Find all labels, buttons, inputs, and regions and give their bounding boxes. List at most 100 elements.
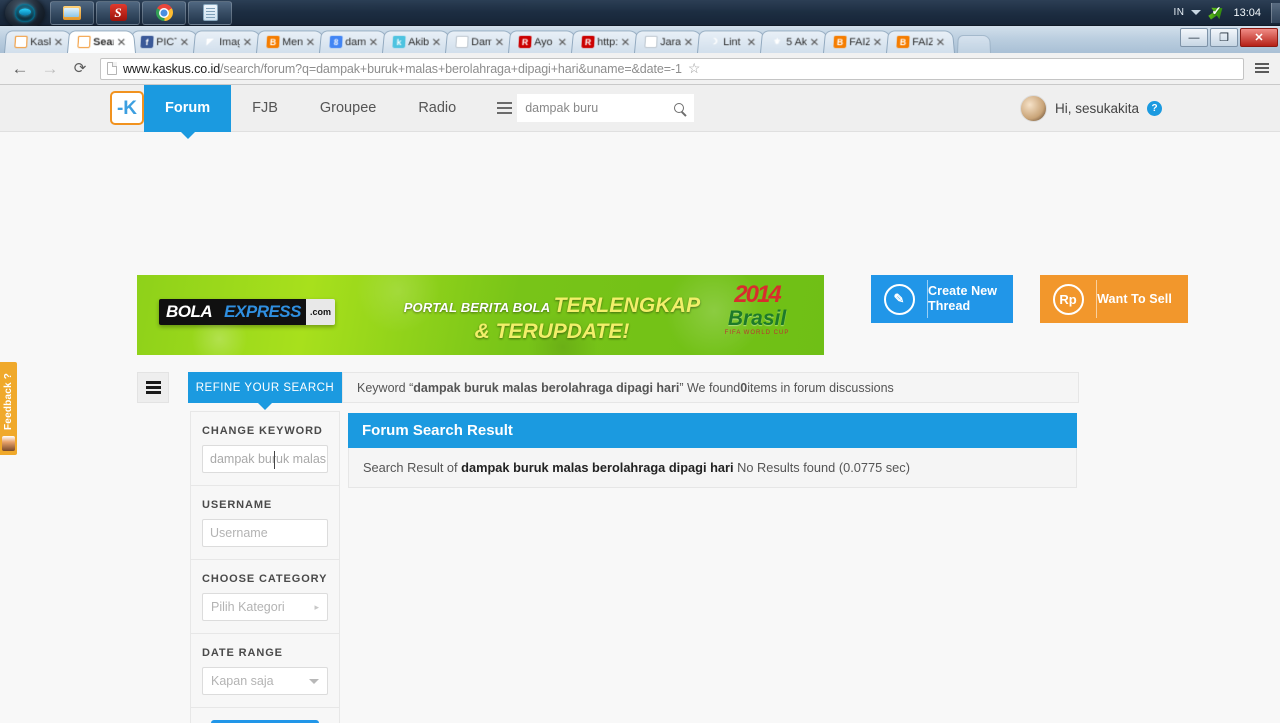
browser-tab-3[interactable]: ◤ Imag ✕ — [193, 30, 262, 53]
google-icon: 8 — [329, 35, 343, 48]
want-to-sell-button[interactable]: Rp Want To Sell — [1040, 275, 1188, 323]
header-menu-icon[interactable] — [491, 94, 518, 122]
notepad-icon — [202, 4, 218, 21]
start-button[interactable] — [0, 0, 50, 29]
nav-item-radio[interactable]: Radio — [397, 85, 477, 132]
browser-tab-12[interactable]: ⚜ 5 Ak ✕ — [760, 30, 829, 53]
chevron-down-icon[interactable] — [1191, 10, 1202, 15]
address-bar[interactable]: www.kaskus.co.id/search/forum?q=dampak+b… — [100, 57, 1244, 80]
taskbar-notepad-button[interactable] — [188, 0, 232, 25]
browser-tab-9[interactable]: Rhttp: ✕ — [571, 30, 640, 53]
browser-tab-10[interactable]: Jarar ✕ — [634, 30, 703, 53]
close-icon[interactable]: ✕ — [116, 35, 126, 48]
close-icon[interactable]: ✕ — [368, 35, 378, 48]
logo-bola: BOLA — [159, 299, 220, 325]
image-icon: ◤ — [206, 36, 214, 47]
date-range-select[interactable]: Kapan saja — [202, 667, 328, 695]
browser-tab-4[interactable]: B Men ✕ — [256, 30, 325, 53]
results-header: Forum Search Result — [348, 413, 1077, 448]
taskbar-chrome-button[interactable] — [142, 0, 186, 25]
taskbar-idm-button[interactable]: S — [96, 0, 140, 25]
close-icon[interactable]: ✕ — [872, 35, 882, 48]
help-badge-icon[interactable]: ? — [1147, 101, 1162, 116]
browser-tab-label: PICT — [156, 36, 177, 48]
reload-button[interactable]: ⟳ — [70, 61, 90, 76]
maximize-button[interactable]: ❐ — [1210, 28, 1238, 47]
kaskus-logo[interactable]: -K — [110, 91, 144, 125]
ad-and-actions-row: BOLA EXPRESS .com PORTAL BERITA BOLA TER… — [137, 275, 1188, 355]
text-caret — [274, 451, 275, 469]
browser-tab-11[interactable]: ☽ Lint ✕ — [697, 30, 766, 53]
taskbar-explorer-button[interactable] — [50, 0, 94, 25]
nav-item-groupee[interactable]: Groupee — [299, 85, 397, 132]
new-tab-button[interactable] — [957, 34, 991, 53]
bookmark-star-icon[interactable]: ☆ — [688, 60, 701, 77]
close-icon[interactable]: ✕ — [746, 35, 756, 48]
browser-tab-label: Akib — [408, 36, 429, 48]
close-icon[interactable]: ✕ — [935, 35, 945, 48]
back-button[interactable]: ← — [10, 60, 30, 77]
bolaexpress-banner-ad[interactable]: BOLA EXPRESS .com PORTAL BERITA BOLA TER… — [137, 275, 824, 355]
close-icon[interactable]: ✕ — [242, 35, 252, 48]
header-search: dampak buru — [491, 94, 695, 122]
keyword-suffix: items in forum discussions — [747, 380, 894, 395]
create-new-thread-button[interactable]: ✎ Create New Thread — [871, 275, 1014, 323]
browser-tab-8[interactable]: R Ayo ✕ — [508, 30, 577, 53]
username-input[interactable]: Username — [202, 519, 328, 547]
sidebar-toggle-button[interactable] — [137, 372, 169, 403]
tray-language[interactable]: IN — [1173, 7, 1184, 18]
banner-line1-prefix: PORTAL BERITA BOLA — [403, 300, 554, 315]
browser-tab-6[interactable]: k Akib ✕ — [382, 30, 451, 53]
username-label: USERNAME — [202, 499, 273, 511]
r-icon: R — [518, 35, 532, 48]
header-search-button[interactable] — [664, 94, 695, 122]
choose-category-label: CHOOSE CATEGORY — [202, 573, 328, 585]
close-icon[interactable]: ✕ — [620, 35, 630, 48]
user-area[interactable]: Hi, sesukakita ? — [1019, 85, 1162, 132]
avatar[interactable] — [1019, 95, 1047, 122]
browser-tab-2[interactable]: f PICT ✕ — [130, 30, 199, 53]
nav-item-fjb[interactable]: FJB — [231, 85, 299, 132]
close-icon[interactable]: ✕ — [179, 35, 189, 48]
filter-group-category: CHOOSE CATEGORY Pilih Kategori ▸ — [191, 560, 339, 634]
facebook-icon: f — [140, 35, 154, 48]
green-shield-check-icon[interactable] — [1208, 4, 1226, 21]
show-desktop-button[interactable] — [1271, 2, 1280, 23]
change-keyword-label: CHANGE KEYWORD — [202, 425, 323, 437]
tray-clock[interactable]: 13:04 — [1233, 7, 1263, 19]
refine-your-search-tab[interactable]: REFINE YOUR SEARCH — [188, 372, 342, 403]
change-keyword-value: dampak buruk malas — [210, 452, 327, 466]
minimize-button[interactable]: — — [1180, 28, 1208, 47]
browser-tab-label: dam — [345, 36, 366, 48]
create-thread-line1: Create New — [928, 284, 998, 298]
change-keyword-input[interactable]: dampak buruk malas — [202, 445, 328, 473]
blogger-icon: B — [833, 35, 847, 48]
browser-tab-1[interactable]: K Sear ✕ — [67, 30, 136, 53]
browser-tab-5[interactable]: 8 dam ✕ — [319, 30, 388, 53]
forward-button[interactable]: → — [40, 60, 60, 77]
close-icon[interactable]: ✕ — [431, 35, 441, 48]
browser-tab-7[interactable]: Dam ✕ — [445, 30, 514, 53]
close-icon[interactable]: ✕ — [557, 35, 567, 48]
browser-tab-label: Kask — [30, 36, 51, 48]
close-icon[interactable]: ✕ — [494, 35, 504, 48]
close-icon[interactable]: ✕ — [809, 35, 819, 48]
browser-tab-14[interactable]: B FAIZ ✕ — [886, 30, 955, 53]
browser-tab-0[interactable]: K Kask ✕ — [4, 30, 73, 53]
blogger-icon: B — [896, 35, 910, 48]
feedback-label: Feedback ? — [3, 372, 14, 430]
browser-tab-13[interactable]: B FAIZ ✕ — [823, 30, 892, 53]
close-icon[interactable]: ✕ — [683, 35, 693, 48]
chevron-right-icon: ▸ — [314, 601, 319, 612]
category-select[interactable]: Pilih Kategori ▸ — [202, 593, 328, 621]
close-icon[interactable]: ✕ — [305, 35, 315, 48]
browser-tab-label: 5 Ak — [786, 36, 807, 48]
create-thread-line2: Thread — [928, 299, 971, 313]
feedback-tab[interactable]: Feedback ? — [0, 362, 17, 455]
browser-tab-label: Dam — [471, 36, 492, 48]
nav-item-forum[interactable]: Forum — [144, 85, 232, 132]
header-search-input[interactable]: dampak buru — [517, 94, 665, 122]
browser-menu-icon[interactable] — [1254, 62, 1270, 75]
close-button[interactable]: ✕ — [1240, 28, 1278, 47]
close-icon[interactable]: ✕ — [53, 35, 63, 48]
